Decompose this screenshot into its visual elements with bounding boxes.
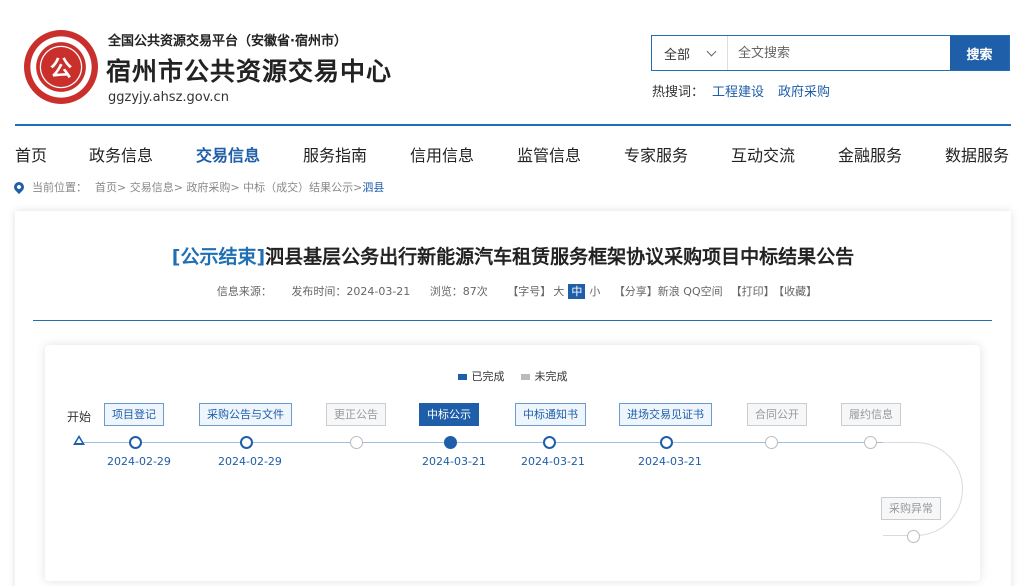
search-scope-select[interactable]: 全部 — [652, 36, 728, 70]
flow-step-1[interactable]: 项目登记 — [104, 403, 164, 426]
info-source: 信息来源： — [216, 285, 272, 298]
flow-step-8[interactable]: 履约信息 — [841, 403, 901, 426]
breadcrumb: 当前位置： 首页> 交易信息> 政府采购> 中标（成交）结果公示> 泗县 — [11, 179, 384, 195]
chevron-down-icon — [706, 46, 717, 56]
search-input[interactable] — [728, 36, 950, 70]
hot-search-label: 热搜词： — [652, 85, 705, 100]
flow-node-8 — [864, 436, 877, 449]
flow-start-label: 开始 — [67, 410, 92, 424]
article-meta: 信息来源： 发布时间：2024-03-21 浏览：87次 【字号】大中小 【分享… — [15, 283, 1011, 299]
nav-item-expert-service[interactable]: 专家服务 — [624, 142, 688, 166]
flow-step-2[interactable]: 采购公告与文件 — [199, 403, 292, 426]
flow-node-7 — [765, 436, 778, 449]
publish-time: 发布时间：2024-03-21 — [291, 285, 411, 298]
flow-step-date: 2024-03-21 — [422, 455, 486, 468]
breadcrumb-current[interactable]: 泗县 — [362, 179, 384, 195]
favorite-button[interactable]: 【收藏】 — [779, 285, 818, 298]
nav-item-credit-info[interactable]: 信用信息 — [410, 142, 474, 166]
title-divider — [33, 320, 992, 321]
flow-node-5 — [543, 436, 556, 449]
hot-word-link[interactable]: 工程建设 — [712, 81, 764, 100]
flow-step-9[interactable]: 采购异常 — [881, 497, 941, 520]
nav-item-data-service[interactable]: 数据服务 — [945, 142, 1009, 166]
nav-item-gov-info[interactable]: 政务信息 — [89, 142, 153, 166]
hot-search: 热搜词： 工程建设 政府采购 — [652, 81, 836, 100]
search-scope-value: 全部 — [664, 47, 691, 63]
font-size-medium-button[interactable]: 中 — [568, 284, 586, 299]
site-title[interactable]: 宿州市公共资源交易中心 — [106, 52, 392, 88]
site-header: 公 全国公共资源交易平台（安徽省·宿州市） 宿州市公共资源交易中心 ggzyjy… — [0, 0, 1030, 124]
flow-node-2 — [240, 436, 253, 449]
flow-curve — [883, 442, 963, 536]
flow-step-3[interactable]: 更正公告 — [326, 403, 386, 426]
flow-step-7[interactable]: 合同公开 — [747, 403, 807, 426]
flow-step-date: 2024-02-29 — [107, 455, 171, 468]
breadcrumb-path[interactable]: 首页> 交易信息> 政府采购> 中标（成交）结果公示> — [95, 179, 362, 195]
breadcrumb-prefix: 当前位置： — [32, 181, 87, 194]
flow-step-5[interactable]: 中标通知书 — [515, 403, 586, 426]
flow-line — [78, 442, 913, 443]
view-count: 浏览：87次 — [429, 285, 488, 298]
article-title-text: 泗县基层公务出行新能源汽车租赁服务框架协议采购项目中标结果公告 — [265, 246, 855, 268]
flow-node-6 — [660, 436, 673, 449]
process-flow: 已完成 未完成 开始 项目登记 2024-02-29 采购公告与文件 2024-02-… — [45, 345, 980, 581]
hot-word-link[interactable]: 政府采购 — [778, 81, 830, 100]
font-size-large-button[interactable]: 大 — [553, 285, 564, 298]
nav-item-service-guide[interactable]: 服务指南 — [303, 142, 367, 166]
flow-node-3 — [350, 436, 363, 449]
search-button[interactable]: 搜索 — [950, 36, 1009, 70]
site-url: ggzyjy.ahsz.gov.cn — [108, 90, 229, 105]
flow-step-date: 2024-03-21 — [638, 455, 702, 468]
flow-step-date: 2024-02-29 — [218, 455, 282, 468]
print-button[interactable]: 【打印】 — [731, 285, 775, 298]
flow-step-6[interactable]: 进场交易见证书 — [619, 403, 712, 426]
nav-item-finance[interactable]: 金融服务 — [838, 142, 902, 166]
start-triangle-icon — [73, 435, 85, 445]
font-size-small-button[interactable]: 小 — [589, 285, 600, 298]
main-nav: 首页 政务信息 交易信息 服务指南 信用信息 监管信息 专家服务 互动交流 金融… — [0, 126, 1030, 176]
nav-item-home[interactable]: 首页 — [15, 142, 47, 166]
share-links[interactable]: 【分享】新浪 QQ空间 — [614, 285, 723, 298]
site-subtitle: 全国公共资源交易平台（安徽省·宿州市） — [108, 34, 347, 49]
article-card: [公示结束]泗县基层公务出行新能源汽车租赁服务框架协议采购项目中标结果公告 信息… — [15, 211, 1011, 586]
search-box: 全部 搜索 — [651, 35, 1010, 71]
logo-mark: 公 — [41, 47, 81, 87]
font-size-label: 【字号】 — [507, 285, 552, 298]
location-pin-icon — [11, 179, 27, 195]
nav-item-trade-info[interactable]: 交易信息 — [196, 142, 260, 166]
flow-step-date: 2024-03-21 — [521, 455, 585, 468]
flow-node-1 — [129, 436, 142, 449]
flow-node-9 — [907, 530, 920, 543]
legend-done: 已完成 — [457, 368, 505, 384]
legend-todo: 未完成 — [520, 368, 568, 384]
flow-legend: 已完成 未完成 — [45, 368, 980, 384]
status-badge: [公示结束] — [171, 246, 266, 268]
nav-item-interaction[interactable]: 互动交流 — [731, 142, 795, 166]
nav-item-supervision[interactable]: 监管信息 — [517, 142, 581, 166]
article-title: [公示结束]泗县基层公务出行新能源汽车租赁服务框架协议采购项目中标结果公告 — [15, 242, 1011, 269]
flow-node-4 — [444, 436, 457, 449]
site-logo[interactable]: 公 — [24, 30, 98, 104]
flow-step-4[interactable]: 中标公示 — [419, 403, 479, 426]
